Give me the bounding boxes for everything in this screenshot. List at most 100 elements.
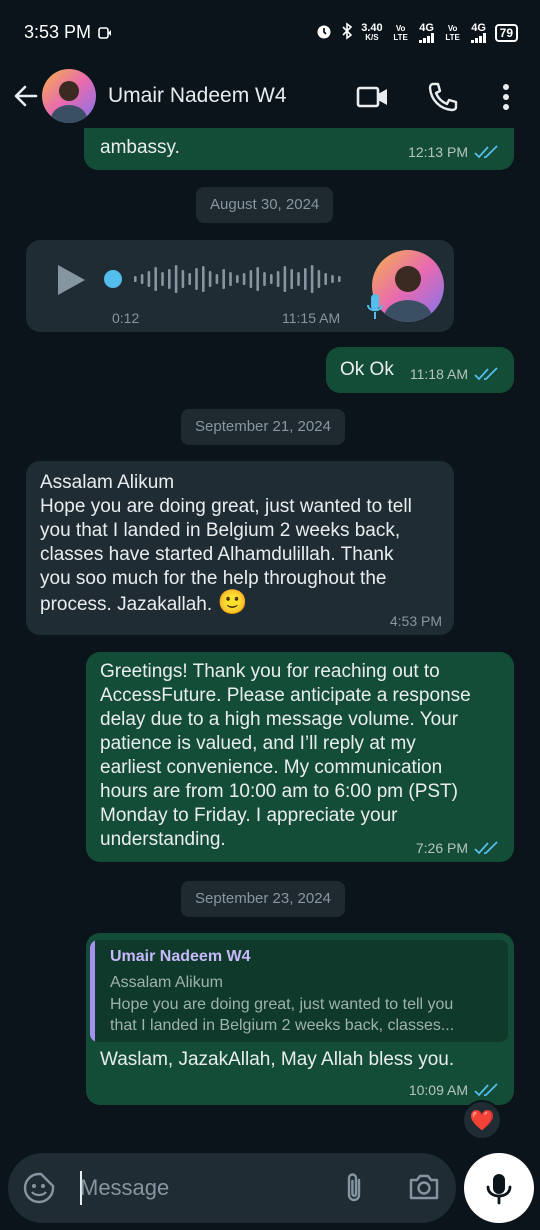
message-time: 11:15 AM — [282, 310, 341, 326]
waveform-bar — [195, 268, 198, 290]
waveform-bar — [290, 269, 293, 289]
sticker-icon — [23, 1172, 55, 1204]
waveform-bar — [276, 271, 280, 287]
bluetooth-icon — [341, 22, 353, 43]
message-meta: 10:09 AM — [409, 1082, 500, 1098]
waveform-bar — [310, 265, 314, 293]
microphone-icon — [486, 1174, 512, 1205]
read-ticks-icon — [474, 841, 498, 855]
date-separator: August 30, 2024 — [196, 187, 334, 223]
waveform-bar — [147, 271, 151, 287]
sim2-volte-label: Vo LTE — [445, 23, 460, 42]
waveform-bar — [222, 269, 225, 289]
read-ticks-icon — [474, 367, 498, 381]
waveform-bar — [256, 267, 259, 291]
net-speed: 3.40 K/S — [361, 21, 383, 42]
phone-icon — [428, 82, 458, 112]
waveform-bar — [181, 270, 185, 288]
waveform-bar — [236, 275, 239, 283]
message-time: 12:13 PM — [408, 144, 468, 160]
back-button[interactable] — [12, 82, 40, 110]
play-button[interactable] — [54, 262, 88, 303]
message-time: 4:53 PM — [389, 613, 442, 629]
waveform-bar — [338, 276, 341, 282]
voice-duration: 0:12 — [112, 310, 140, 326]
alarm-icon — [315, 22, 333, 43]
message-text: ambassy. — [100, 137, 180, 158]
arrow-left-icon — [14, 85, 38, 107]
read-ticks-icon — [474, 1083, 498, 1097]
message-bubble-incoming[interactable]: Assalam Alikum Hope you are doing great,… — [26, 461, 454, 635]
video-call-button[interactable] — [356, 80, 390, 114]
waveform-bar — [297, 272, 300, 286]
waveform-bar — [168, 269, 171, 289]
message-bubble-outgoing[interactable]: Ok Ok 11:18 AM — [326, 347, 514, 393]
waveform-bar — [208, 271, 212, 287]
message-meta: 4:53 PM — [390, 613, 442, 629]
quote-text-line: Assalam Alikum — [110, 974, 223, 991]
camera-button[interactable] — [408, 1171, 440, 1208]
signal-icon — [418, 32, 434, 43]
reaction-badge[interactable]: ❤️ — [462, 1100, 502, 1140]
contact-name[interactable]: Umair Nadeem W4 — [108, 84, 287, 108]
date-separator: September 21, 2024 — [181, 409, 345, 445]
camera-icon — [409, 1174, 439, 1200]
video-camera-icon — [356, 86, 387, 108]
quote-sender-name: Umair Nadeem W4 — [110, 948, 251, 965]
more-options-button[interactable] — [494, 80, 518, 114]
message-text: Ok Ok — [340, 359, 394, 380]
signal-icon — [470, 32, 486, 43]
message-meta: 7:26 PM — [416, 840, 500, 856]
smiley-emoji: 🙂 — [217, 589, 248, 616]
sticker-button[interactable] — [22, 1171, 56, 1210]
message-time: 7:26 PM — [415, 840, 468, 856]
waveform-bar — [202, 266, 205, 292]
message-time: 11:18 AM — [409, 366, 468, 382]
waveform-bar — [304, 268, 307, 290]
paperclip-icon — [347, 1173, 361, 1202]
message-bubble-outgoing[interactable]: Greetings! Thank you for reaching out to… — [86, 652, 514, 862]
waveform-bar — [331, 275, 334, 283]
waveform-bar — [161, 272, 164, 286]
waveform-bar — [283, 266, 287, 292]
message-bubble-outgoing[interactable]: ambassy. 12:13 PM — [84, 128, 514, 170]
message-input[interactable] — [80, 1173, 320, 1203]
sim2-signal: 4G — [470, 22, 487, 43]
read-ticks-icon — [474, 145, 498, 159]
waveform-bar — [270, 274, 273, 284]
message-text: Greetings! Thank you for reaching out to… — [100, 661, 471, 850]
audio-waveform — [134, 265, 341, 293]
waveform-bar — [263, 272, 266, 286]
status-bar: 3:53 PM 3.40 K/S Vo LTE 4G Vo LTE 4G 79 — [0, 0, 540, 66]
playback-scrubber[interactable] — [104, 270, 122, 288]
waveform-bar — [215, 274, 219, 284]
waveform-bar — [174, 265, 178, 293]
video-record-icon — [98, 26, 112, 44]
contact-avatar[interactable] — [42, 69, 96, 123]
sim1-signal: 4G — [418, 22, 435, 43]
sim1-volte-label: Vo LTE — [393, 23, 408, 42]
waveform-bar — [242, 273, 246, 285]
message-text: Assalam Alikum Hope you are doing great,… — [40, 472, 412, 616]
attach-button[interactable] — [342, 1171, 366, 1210]
waveform-bar — [249, 270, 253, 288]
status-time: 3:53 PM — [24, 22, 92, 42]
play-icon — [58, 265, 85, 295]
message-composer — [8, 1153, 456, 1223]
waveform-bar — [324, 273, 327, 285]
heart-reaction-emoji: ❤️ — [469, 1109, 495, 1132]
voice-record-button[interactable] — [464, 1153, 534, 1223]
quote-accent-bar — [90, 940, 95, 1042]
waveform-bar — [154, 267, 157, 291]
waveform-bar — [140, 274, 144, 284]
date-separator: September 23, 2024 — [181, 881, 345, 917]
message-text: Waslam, JazakAllah, May Allah bless you. — [100, 1049, 455, 1070]
waveform-bar — [229, 272, 232, 286]
waveform-bar — [188, 273, 191, 285]
message-meta: 11:18 AM — [410, 366, 500, 382]
message-time: 10:09 AM — [408, 1082, 468, 1098]
voice-call-button[interactable] — [426, 80, 460, 114]
waveform-bar — [317, 270, 321, 288]
more-vertical-icon — [503, 84, 509, 110]
quoted-message[interactable]: Umair Nadeem W4 Assalam Alikum Hope you … — [90, 940, 508, 1042]
